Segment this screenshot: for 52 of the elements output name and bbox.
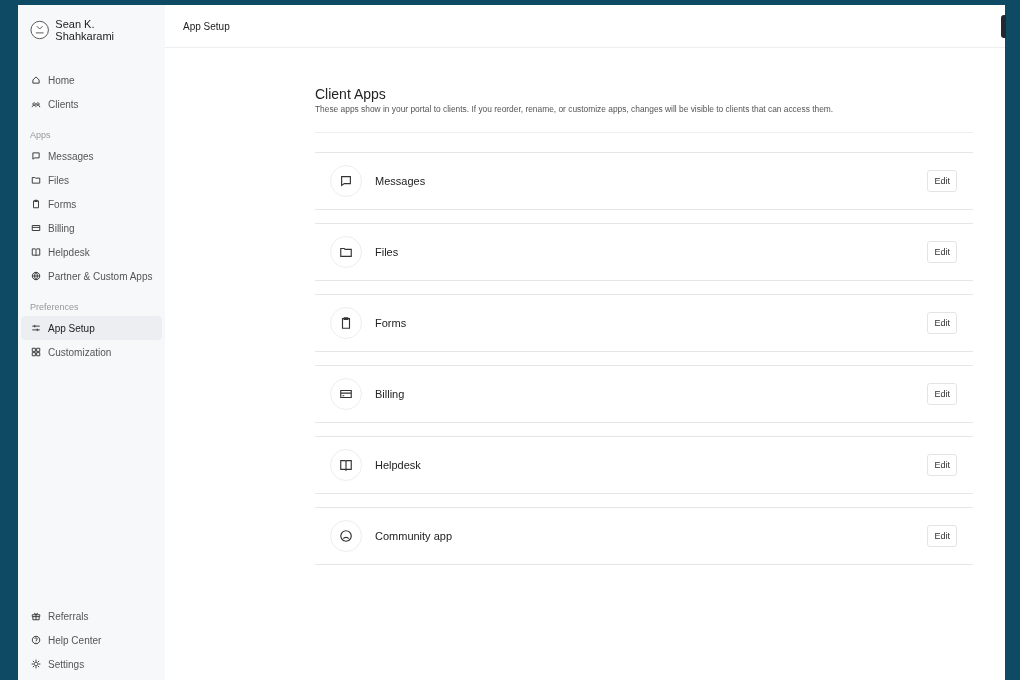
nav-item[interactable]: Files (21, 168, 162, 192)
page-title: App Setup (183, 20, 230, 32)
help-icon (31, 635, 41, 645)
card-icon (339, 387, 353, 401)
nav-item[interactable]: App Setup (21, 316, 162, 340)
nav-item[interactable]: Home (21, 68, 162, 92)
clipboard-icon (339, 316, 353, 330)
chat-icon (339, 174, 353, 188)
edit-button[interactable]: Edit (927, 383, 957, 405)
section-title: Client Apps (315, 86, 387, 102)
folder-icon (339, 245, 353, 259)
user-name[interactable]: Sean K. Shahkarami (55, 18, 153, 42)
face-icon (339, 529, 353, 543)
edit-button[interactable]: Edit (927, 241, 957, 263)
folder-icon (31, 175, 41, 185)
nav-item[interactable]: Forms (21, 192, 162, 216)
nav-item[interactable]: Helpdesk (21, 240, 162, 264)
nav-item[interactable]: Settings (21, 652, 162, 676)
app-name: Messages (375, 175, 427, 187)
corner-button[interactable] (1001, 15, 1006, 38)
edit-button[interactable]: Edit (927, 312, 957, 334)
grid-icon (31, 347, 41, 357)
nav-item[interactable]: Billing (21, 216, 162, 240)
globe-icon (31, 271, 41, 281)
book-icon (339, 458, 353, 472)
nav-item[interactable]: Help Center (21, 628, 162, 652)
app-name: Community app (375, 530, 454, 542)
app-name: Files (375, 246, 400, 258)
home-icon (31, 75, 41, 85)
nav-item[interactable]: Customization (21, 340, 162, 364)
edit-button[interactable]: Edit (927, 454, 957, 476)
section-description: These apps show in your portal to clients. If you reorder, rename, or customize apps, changes will be visible to clients that can access them. (315, 104, 835, 114)
nav-item[interactable]: Referrals (21, 604, 162, 628)
card-icon (31, 223, 41, 233)
sliders-icon (31, 323, 41, 333)
app-name: Forms (375, 317, 408, 329)
nav-item[interactable]: Partner & Custom Apps (21, 264, 162, 288)
app-name: Helpdesk (375, 459, 422, 471)
gift-icon (31, 611, 41, 621)
people-icon (31, 99, 41, 109)
edit-button[interactable]: Edit (927, 525, 957, 547)
edit-button[interactable]: Edit (927, 170, 957, 192)
app-name: Billing (375, 388, 406, 400)
clipboard-icon (31, 199, 41, 209)
book-icon (31, 247, 41, 257)
section-label: Apps (29, 130, 52, 140)
chat-icon (31, 151, 41, 161)
nav-item[interactable]: Clients (21, 92, 162, 116)
avatar-icon (30, 20, 50, 40)
gear-icon (31, 659, 41, 669)
nav-item[interactable]: Messages (21, 144, 162, 168)
section-label: Preferences (29, 302, 80, 312)
